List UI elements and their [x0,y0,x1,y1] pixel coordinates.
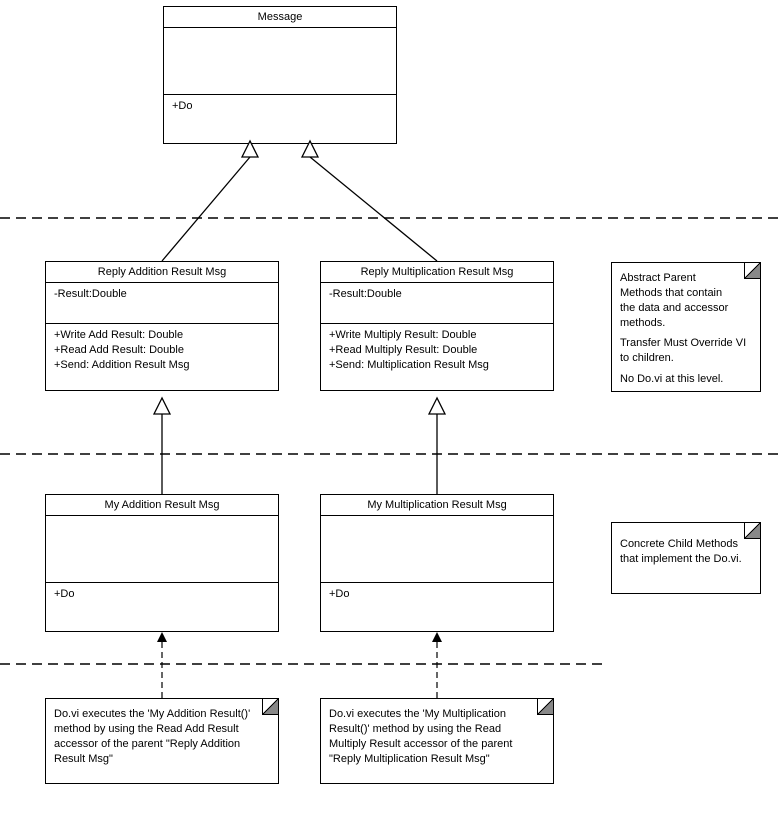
class-name: Reply Addition Result Msg [46,262,278,283]
note-text: Do.vi executes the 'My Multiplication Re… [329,707,543,766]
operation: +Do [54,587,270,602]
generalization-arrowhead-icon [429,398,445,414]
class-reply-addition: Reply Addition Result Msg -Result:Double… [45,261,279,391]
class-my-multiplication: My Multiplication Result Msg +Do [320,494,554,632]
class-attributes [46,516,278,583]
class-attributes [164,28,396,95]
class-reply-multiplication: Reply Multiplication Result Msg -Result:… [320,261,554,391]
generalization-line [162,157,250,261]
note-line: that implement the Do.vi. [620,552,750,567]
operation: +Send: Multiplication Result Msg [329,358,545,373]
attribute: -Result:Double [329,287,545,302]
class-operations: +Do [46,583,278,631]
class-message: Message +Do [163,6,397,144]
note-dogear-icon [537,699,553,715]
class-attributes [321,516,553,583]
class-attributes: -Result:Double [321,283,553,324]
operation: +Read Add Result: Double [54,343,270,358]
note-text: Do.vi executes the 'My Addition Result()… [54,707,268,766]
diagram-canvas: Message +Do Reply Addition Result Msg -R… [0,0,778,814]
arrowhead-icon [432,632,442,642]
note-concrete-child: Concrete Child Methods that implement th… [611,522,761,594]
note-line: No Do.vi at this level. [620,372,750,387]
class-name: Reply Multiplication Result Msg [321,262,553,283]
note-abstract-parent: Abstract Parent Methods that contain the… [611,262,761,392]
class-operations: +Write Multiply Result: Double +Read Mul… [321,324,553,390]
note-dogear-icon [744,523,760,539]
operation: +Write Add Result: Double [54,328,270,343]
note-line: Transfer Must Override VI [620,336,750,351]
attribute: -Result:Double [54,287,270,302]
class-name: My Multiplication Result Msg [321,495,553,516]
operation: +Send: Addition Result Msg [54,358,270,373]
note-line: Methods that contain [620,286,750,301]
class-attributes: -Result:Double [46,283,278,324]
arrowhead-icon [157,632,167,642]
note-line: the data and accessor [620,301,750,316]
operation: +Read Multiply Result: Double [329,343,545,358]
note-dogear-icon [262,699,278,715]
note-do-mul: Do.vi executes the 'My Multiplication Re… [320,698,554,784]
operation: +Do [329,587,545,602]
note-line: to children. [620,351,750,366]
class-name: My Addition Result Msg [46,495,278,516]
class-operations: +Do [164,95,396,143]
note-line: Concrete Child Methods [620,537,750,552]
class-my-addition: My Addition Result Msg +Do [45,494,279,632]
class-name: Message [164,7,396,28]
operation: +Write Multiply Result: Double [329,328,545,343]
note-line: methods. [620,316,750,331]
generalization-line [310,157,437,261]
note-line: Abstract Parent [620,271,750,286]
note-do-add: Do.vi executes the 'My Addition Result()… [45,698,279,784]
note-dogear-icon [744,263,760,279]
generalization-arrowhead-icon [154,398,170,414]
operation: +Do [172,99,388,114]
class-operations: +Write Add Result: Double +Read Add Resu… [46,324,278,390]
class-operations: +Do [321,583,553,631]
